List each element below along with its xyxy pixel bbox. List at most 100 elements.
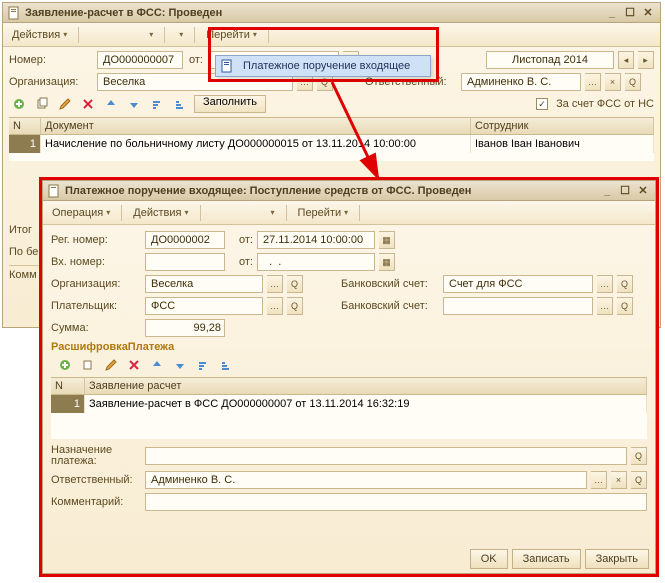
close-icon[interactable]: ✕ [635, 184, 651, 198]
in-from-label: от: [239, 256, 253, 268]
help-icon[interactable]: ? [366, 204, 376, 222]
add-icon[interactable] [9, 95, 29, 113]
document-icon [220, 59, 234, 73]
resp-open-icon[interactable]: Q [625, 73, 641, 91]
payer-select-icon[interactable]: … [267, 297, 283, 315]
save-icon[interactable] [207, 204, 217, 222]
resp-clear-icon[interactable]: × [611, 471, 627, 489]
col-emp[interactable]: Сотрудник [471, 118, 654, 134]
report-icon[interactable] [249, 204, 259, 222]
bank-label: Банковский счет: [341, 278, 439, 290]
repost-icon[interactable] [99, 26, 109, 44]
maximize-icon[interactable]: ☐ [617, 184, 633, 198]
repost-icon[interactable] [221, 204, 231, 222]
navigate-menu[interactable]: Перейти [201, 26, 262, 44]
number-field[interactable] [97, 51, 183, 69]
clone-icon[interactable] [78, 356, 98, 374]
sortdesc-icon[interactable] [170, 95, 190, 113]
sum-label: Сумма: [51, 322, 141, 334]
bank2-field[interactable] [443, 297, 593, 315]
bank2-select-icon[interactable]: … [597, 297, 613, 315]
print-icon[interactable] [141, 26, 158, 44]
date-picker-icon[interactable]: ▦ [379, 231, 395, 249]
ok-button[interactable]: OK [470, 549, 508, 569]
bank-field[interactable] [443, 275, 593, 293]
sortasc-icon[interactable] [193, 356, 213, 374]
comm-field[interactable] [145, 493, 647, 511]
close-button[interactable]: Закрыть [585, 549, 649, 569]
save-icon[interactable] [85, 26, 95, 44]
resp-label: Ответственный: [51, 474, 141, 486]
org-select-icon[interactable]: … [267, 275, 283, 293]
resp-field[interactable] [461, 73, 581, 91]
resp-field[interactable] [145, 471, 587, 489]
resp-select-icon[interactable]: … [585, 73, 601, 91]
payer-field[interactable] [145, 297, 263, 315]
clone-icon[interactable] [32, 95, 52, 113]
period-field[interactable]: Листопад 2014 [486, 51, 614, 69]
col-doc[interactable]: Заявление расчет [85, 378, 647, 394]
titlebar-child[interactable]: Платежное поручение входящее: Поступлени… [43, 181, 655, 201]
cell-n: 1 [9, 135, 41, 153]
regdate-field[interactable] [257, 231, 375, 249]
table-row[interactable]: 1 Заявление-расчет в ФСС ДО000000007 от … [51, 395, 647, 413]
moveup-icon[interactable] [101, 95, 121, 113]
purpose-open-icon[interactable]: Q [631, 447, 647, 465]
resp-open-icon[interactable]: Q [631, 471, 647, 489]
payer-open-icon[interactable]: Q [287, 297, 303, 315]
table-row[interactable]: 1 Начисление по больничному листу ДО0000… [9, 135, 654, 153]
col-n[interactable]: N [9, 118, 41, 134]
number-label: Номер: [9, 54, 93, 66]
popup-item-incoming-payment[interactable]: Платежное поручение входящее [216, 56, 430, 76]
col-doc[interactable]: Документ [41, 118, 471, 134]
edit-icon[interactable] [55, 95, 75, 113]
indate-field[interactable] [257, 253, 375, 271]
reg-field[interactable] [145, 231, 225, 249]
col-n[interactable]: N [51, 378, 85, 394]
sum-field[interactable]: 99,28 [145, 319, 225, 337]
edit-icon[interactable] [101, 356, 121, 374]
in-field[interactable] [145, 253, 225, 271]
toolbar-child: Операция Действия Перейти ? [43, 201, 655, 225]
sortasc-icon[interactable] [147, 95, 167, 113]
minimize-icon[interactable]: _ [599, 184, 615, 198]
post-icon[interactable] [235, 204, 245, 222]
actions-menu[interactable]: Действия [7, 26, 72, 44]
date-picker-icon[interactable]: ▦ [379, 253, 395, 271]
resp-clear-icon[interactable]: × [605, 73, 621, 91]
minimize-icon[interactable]: _ [604, 6, 620, 20]
cell-doc: Начисление по больничному листу ДО000000… [41, 135, 471, 153]
fill-button[interactable]: Заполнить [194, 95, 266, 113]
save-button[interactable]: Записать [512, 549, 581, 569]
createbased-icon[interactable] [171, 26, 188, 44]
period-next-icon[interactable]: ▸ [638, 51, 654, 69]
actions-menu[interactable]: Действия [128, 204, 193, 222]
add-icon[interactable] [55, 356, 75, 374]
org-field[interactable] [145, 275, 263, 293]
moveup-icon[interactable] [147, 356, 167, 374]
createbased-icon[interactable] [263, 204, 280, 222]
titlebar-parent[interactable]: Заявление-расчет в ФСС: Проведен _ ☐ ✕ [3, 3, 660, 23]
period-prev-icon[interactable]: ◂ [618, 51, 634, 69]
delete-icon[interactable] [78, 95, 98, 113]
maximize-icon[interactable]: ☐ [622, 6, 638, 20]
close-icon[interactable]: ✕ [640, 6, 656, 20]
help-icon[interactable]: ? [275, 26, 285, 44]
sortdesc-icon[interactable] [216, 356, 236, 374]
org-open-icon[interactable]: Q [287, 275, 303, 293]
movedown-icon[interactable] [124, 95, 144, 113]
resp-select-icon[interactable]: … [591, 471, 607, 489]
navigate-menu[interactable]: Перейти [293, 204, 354, 222]
post-icon[interactable] [113, 26, 123, 44]
bank-select-icon[interactable]: … [597, 275, 613, 293]
delete-icon[interactable] [124, 356, 144, 374]
popup-item-label: Платежное поручение входящее [243, 60, 410, 72]
movedown-icon[interactable] [170, 356, 190, 374]
report-icon[interactable] [127, 26, 137, 44]
operation-menu[interactable]: Операция [47, 204, 115, 222]
purpose-field[interactable] [145, 447, 627, 465]
bank2-open-icon[interactable]: Q [617, 297, 633, 315]
document-icon [7, 6, 21, 20]
bank-open-icon[interactable]: Q [617, 275, 633, 293]
fss-checkbox[interactable]: ✓ [536, 98, 548, 110]
